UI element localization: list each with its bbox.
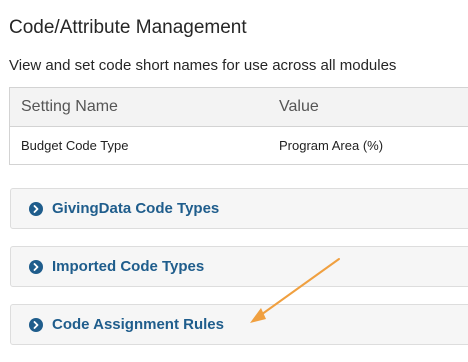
- section-code-assignment-rules[interactable]: Code Assignment Rules: [10, 304, 468, 345]
- section-imported-code-types[interactable]: Imported Code Types: [10, 246, 468, 287]
- settings-table: Setting Name Value Budget Code Type Prog…: [9, 87, 468, 165]
- section-label: Imported Code Types: [52, 258, 205, 275]
- section-label: GivingData Code Types: [52, 200, 220, 217]
- chevron-right-circle-icon: [29, 201, 43, 216]
- chevron-right-circle-icon: [29, 317, 43, 332]
- column-header-setting-name[interactable]: Setting Name: [9, 87, 269, 127]
- table-header-row: Setting Name Value: [9, 87, 468, 127]
- setting-name-cell: Budget Code Type: [9, 126, 269, 165]
- table-row[interactable]: Budget Code Type Program Area (%): [9, 126, 468, 165]
- page-description: View and set code short names for use ac…: [9, 57, 397, 74]
- section-label: Code Assignment Rules: [52, 316, 224, 333]
- column-header-value[interactable]: Value: [269, 87, 468, 127]
- page-title: Code/Attribute Management: [9, 17, 247, 38]
- chevron-right-circle-icon: [29, 259, 43, 274]
- setting-value-cell: Program Area (%): [269, 126, 468, 165]
- section-givingdata-code-types[interactable]: GivingData Code Types: [10, 188, 468, 229]
